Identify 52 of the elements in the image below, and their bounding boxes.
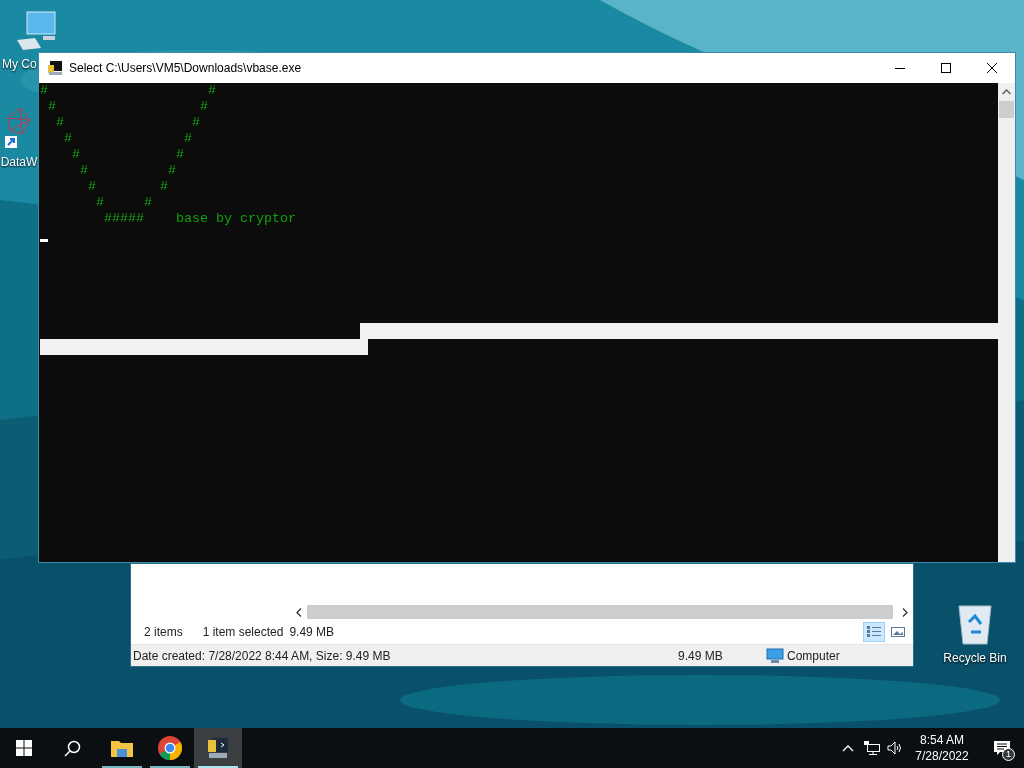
console-line: # #: [47, 99, 208, 115]
taskbar-button[interactable]: [194, 728, 242, 768]
vertical-scrollbar[interactable]: [998, 83, 1015, 562]
computer-icon: [766, 647, 784, 664]
location-label: Computer: [787, 647, 840, 665]
console-app-icon: [47, 60, 63, 76]
console-line: ##### base by cryptor: [103, 211, 296, 227]
console-line: # #: [79, 163, 176, 179]
running-indicator: [102, 766, 142, 768]
console-line: # #: [63, 131, 192, 147]
desktop-icon-label[interactable]: Recycle Bin: [943, 650, 1007, 666]
horizontal-scrollbar[interactable]: [307, 605, 893, 619]
search-icon: [63, 739, 81, 757]
clock-date: 7/28/2022: [915, 748, 969, 764]
desktop-icon-label[interactable]: DataW: [0, 154, 38, 170]
running-indicator: [198, 766, 238, 768]
maximize-icon: [941, 63, 951, 73]
clock-time: 8:54 AM: [920, 732, 964, 748]
chrome-icon: [158, 736, 182, 760]
console-line: # #: [71, 147, 184, 163]
notification-count: 1: [1002, 748, 1015, 761]
item-count: 2 items: [144, 624, 183, 641]
clock[interactable]: 8:54 AM 7/28/2022: [912, 732, 972, 764]
picture-view-icon: [891, 626, 905, 638]
file-details: Date created: 7/28/2022 8:44 AM, Size: 9.49 MB: [133, 647, 392, 665]
file-size: 9.49 MB: [678, 647, 724, 665]
volume-icon[interactable]: [887, 741, 904, 755]
desktop-icon-label[interactable]: My Co: [2, 56, 37, 72]
notifications-button[interactable]: 1: [980, 728, 1024, 768]
close-icon: [987, 63, 997, 73]
console-line: # #: [95, 195, 152, 211]
console-line: # #: [40, 83, 216, 99]
scroll-up-icon[interactable]: [1002, 89, 1011, 95]
console-line: # #: [87, 179, 168, 195]
window-title: Select C:\Users\VM5\Downloads\vbase.exe: [69, 60, 302, 77]
selection-status: 1 item selected: [202, 624, 284, 641]
scroll-right-icon[interactable]: [902, 607, 908, 617]
scroll-left-icon[interactable]: [296, 607, 302, 617]
details-view-icon: [867, 626, 881, 638]
scroll-thumb[interactable]: [999, 101, 1014, 118]
minimize-icon: [895, 67, 905, 69]
chevron-up-icon[interactable]: [842, 744, 854, 752]
windows-icon: [16, 740, 32, 756]
console-app-icon: [206, 736, 230, 760]
console-line: # #: [55, 115, 200, 131]
network-icon[interactable]: [864, 741, 880, 755]
running-indicator: [150, 766, 190, 768]
selection-size: 9.49 MB: [289, 624, 335, 641]
computer-icon: [15, 10, 59, 52]
recycle-bin-icon: [955, 602, 995, 646]
details-view-button[interactable]: [863, 622, 885, 642]
folder-icon: [111, 739, 133, 757]
